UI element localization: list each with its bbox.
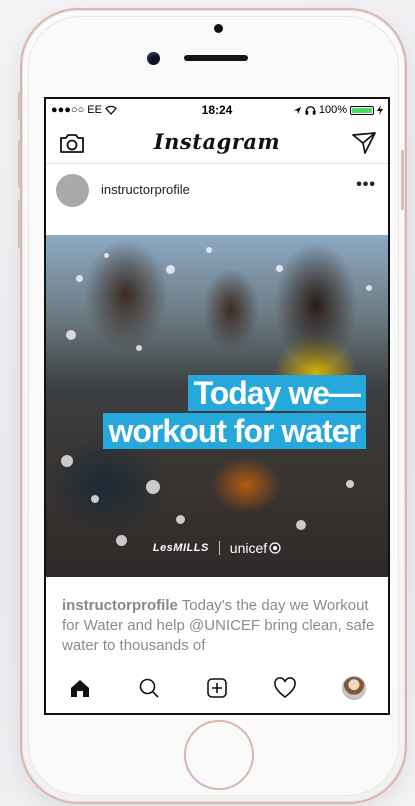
charging-bolt-icon xyxy=(376,105,383,115)
battery-icon xyxy=(349,105,374,115)
paper-plane-icon[interactable] xyxy=(350,130,378,156)
add-post-icon xyxy=(207,678,227,698)
bottom-tab-bar xyxy=(46,663,388,713)
tab-activity[interactable] xyxy=(270,673,300,703)
side-button-volume-down xyxy=(18,200,21,248)
water-drop xyxy=(146,480,160,494)
home-button[interactable] xyxy=(184,720,254,790)
profile-avatar xyxy=(341,676,366,700)
water-drop xyxy=(366,285,372,291)
water-drop xyxy=(176,515,185,524)
water-drop xyxy=(104,253,109,258)
earpiece-speaker xyxy=(184,55,248,61)
headline-line-1: Today we— xyxy=(187,375,366,411)
unicef-globe-icon xyxy=(269,542,281,554)
avatar[interactable] xyxy=(56,174,89,207)
battery-percent: 100% xyxy=(318,104,347,116)
side-button-mute xyxy=(18,92,21,120)
app-logo: Instagram xyxy=(153,129,281,154)
status-right: 100% xyxy=(273,104,383,116)
water-drop xyxy=(296,520,306,530)
tab-home[interactable] xyxy=(65,673,95,703)
water-drop xyxy=(206,247,212,253)
side-button-volume-up xyxy=(18,140,21,188)
post-header: instructorprofile ••• xyxy=(46,164,388,212)
lesmills-logo: LesMILLS xyxy=(152,542,209,554)
front-camera xyxy=(214,24,223,33)
status-bar: ●●●○○ EE 18:24 100% xyxy=(46,99,388,121)
heart-icon xyxy=(274,677,297,699)
status-time: 18:24 xyxy=(201,103,233,117)
water-drop xyxy=(276,265,283,272)
water-drop xyxy=(91,495,99,503)
water-drop xyxy=(61,455,73,467)
water-drop xyxy=(346,480,354,488)
post-username[interactable]: instructorprofile xyxy=(101,182,190,197)
tab-search[interactable] xyxy=(134,673,164,703)
carrier-label: ●●●○○ EE xyxy=(51,104,102,116)
tab-add-post[interactable] xyxy=(202,673,232,703)
battery-fill xyxy=(351,107,372,113)
headline-line-2: workout for water xyxy=(102,413,366,449)
location-arrow-icon xyxy=(293,106,301,114)
more-options-button[interactable]: ••• xyxy=(356,176,376,194)
caption-username[interactable]: instructorprofile xyxy=(62,597,178,614)
post-image[interactable]: Today we— workout for water LesMILLS uni… xyxy=(46,235,388,577)
brand-logos: LesMILLS unicef xyxy=(46,540,388,556)
headphones-icon xyxy=(305,106,316,115)
top-nav-bar: Instagram xyxy=(46,121,388,164)
tab-profile[interactable] xyxy=(339,673,369,703)
water-drop xyxy=(166,265,175,274)
wifi-icon xyxy=(105,105,117,115)
brand-divider xyxy=(218,541,220,555)
side-button-power xyxy=(401,150,404,210)
status-left: ●●●○○ EE xyxy=(51,104,161,116)
post-caption: instructorprofile Today's the day we Wor… xyxy=(62,596,378,656)
proximity-sensor xyxy=(147,52,160,65)
water-drop xyxy=(136,345,142,351)
water-drop xyxy=(66,330,76,340)
search-icon xyxy=(139,678,159,698)
water-drop xyxy=(76,275,83,282)
home-icon xyxy=(71,680,90,697)
unicef-logo: unicef xyxy=(229,540,268,556)
app-screen: ●●●○○ EE 18:24 100% Instagram instructor… xyxy=(44,97,390,715)
